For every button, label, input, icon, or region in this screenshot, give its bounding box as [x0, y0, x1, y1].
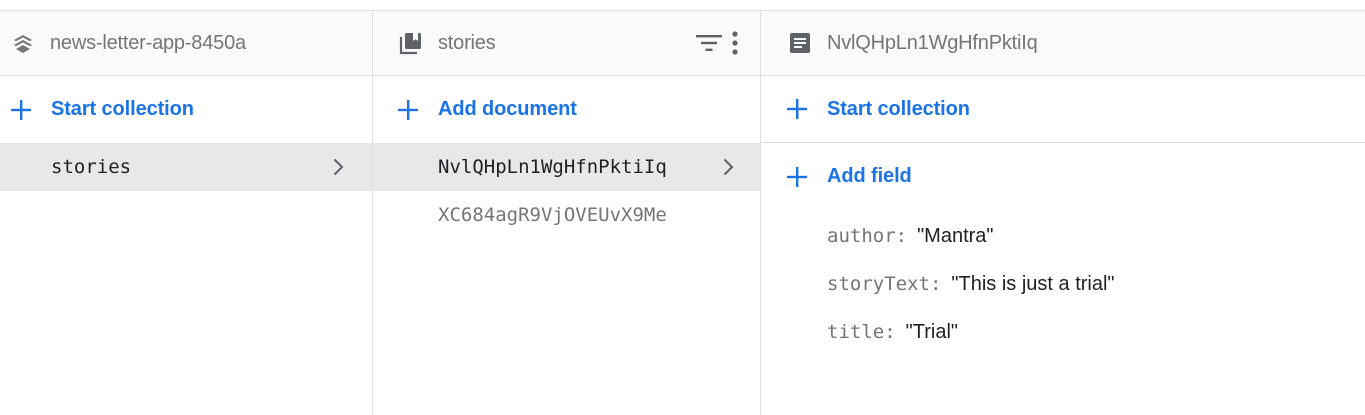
field-row-storytext[interactable]: storyText: "This is just a trial"	[827, 260, 1365, 308]
firestore-data-panels: news-letter-app-8450a Start collection s…	[0, 11, 1365, 415]
collection-header-actions	[692, 11, 742, 75]
document-panel: NvlQHpLn1WgHfnPktiIq Start collection Ad…	[761, 11, 1365, 415]
add-field-button[interactable]: Add field	[761, 143, 1365, 210]
document-icon	[787, 30, 813, 56]
top-bar	[0, 0, 1365, 11]
field-key: title:	[827, 321, 896, 343]
collection-item-stories[interactable]: stories	[0, 143, 372, 191]
add-document-button[interactable]: Add document	[373, 76, 760, 143]
start-subcollection-button[interactable]: Start collection	[761, 76, 1365, 143]
filter-icon[interactable]	[692, 27, 726, 59]
document-fields: author: "Mantra" storyText: "This is jus…	[761, 210, 1365, 356]
collection-panel-header: stories	[373, 11, 760, 76]
start-collection-label: Start collection	[51, 98, 194, 120]
start-collection-button[interactable]: Start collection	[0, 76, 372, 143]
document-item[interactable]: NvlQHpLn1WgHfnPktiIq	[373, 143, 760, 191]
chevron-right-icon	[716, 155, 740, 179]
add-document-label: Add document	[438, 98, 577, 120]
plus-icon	[396, 98, 420, 122]
plus-icon	[785, 165, 809, 189]
firestore-stack-icon	[10, 30, 36, 56]
field-row-title[interactable]: title: "Trial"	[827, 308, 1365, 356]
field-key: storyText:	[827, 273, 942, 295]
project-title: news-letter-app-8450a	[50, 31, 246, 54]
collection-icon	[398, 30, 424, 56]
field-row-author[interactable]: author: "Mantra"	[827, 212, 1365, 260]
document-item-label: NvlQHpLn1WgHfnPktiIq	[438, 156, 667, 178]
plus-icon	[785, 97, 809, 121]
root-panel: news-letter-app-8450a Start collection s…	[0, 11, 373, 415]
collection-panel: stories Add document NvlQHpLn1WgHfnPktiI…	[373, 11, 761, 415]
document-title: NvlQHpLn1WgHfnPktiIq	[827, 31, 1038, 54]
document-panel-header: NvlQHpLn1WgHfnPktiIq	[761, 11, 1365, 76]
start-collection-label: Start collection	[827, 97, 970, 120]
root-panel-header: news-letter-app-8450a	[0, 11, 372, 76]
add-field-label: Add field	[827, 165, 912, 187]
more-vert-icon[interactable]	[728, 27, 742, 59]
chevron-right-icon	[326, 155, 350, 179]
plus-icon	[9, 98, 33, 122]
field-value: "Mantra"	[917, 224, 994, 247]
field-value: "Trial"	[905, 320, 958, 343]
document-item-label: XC684agR9VjOVEUvX9Me	[438, 204, 667, 226]
document-item[interactable]: XC684agR9VjOVEUvX9Me	[373, 191, 760, 239]
field-key: author:	[827, 225, 908, 247]
field-value: "This is just a trial"	[951, 272, 1115, 295]
collection-item-label: stories	[51, 156, 132, 178]
collection-title: stories	[438, 31, 496, 54]
